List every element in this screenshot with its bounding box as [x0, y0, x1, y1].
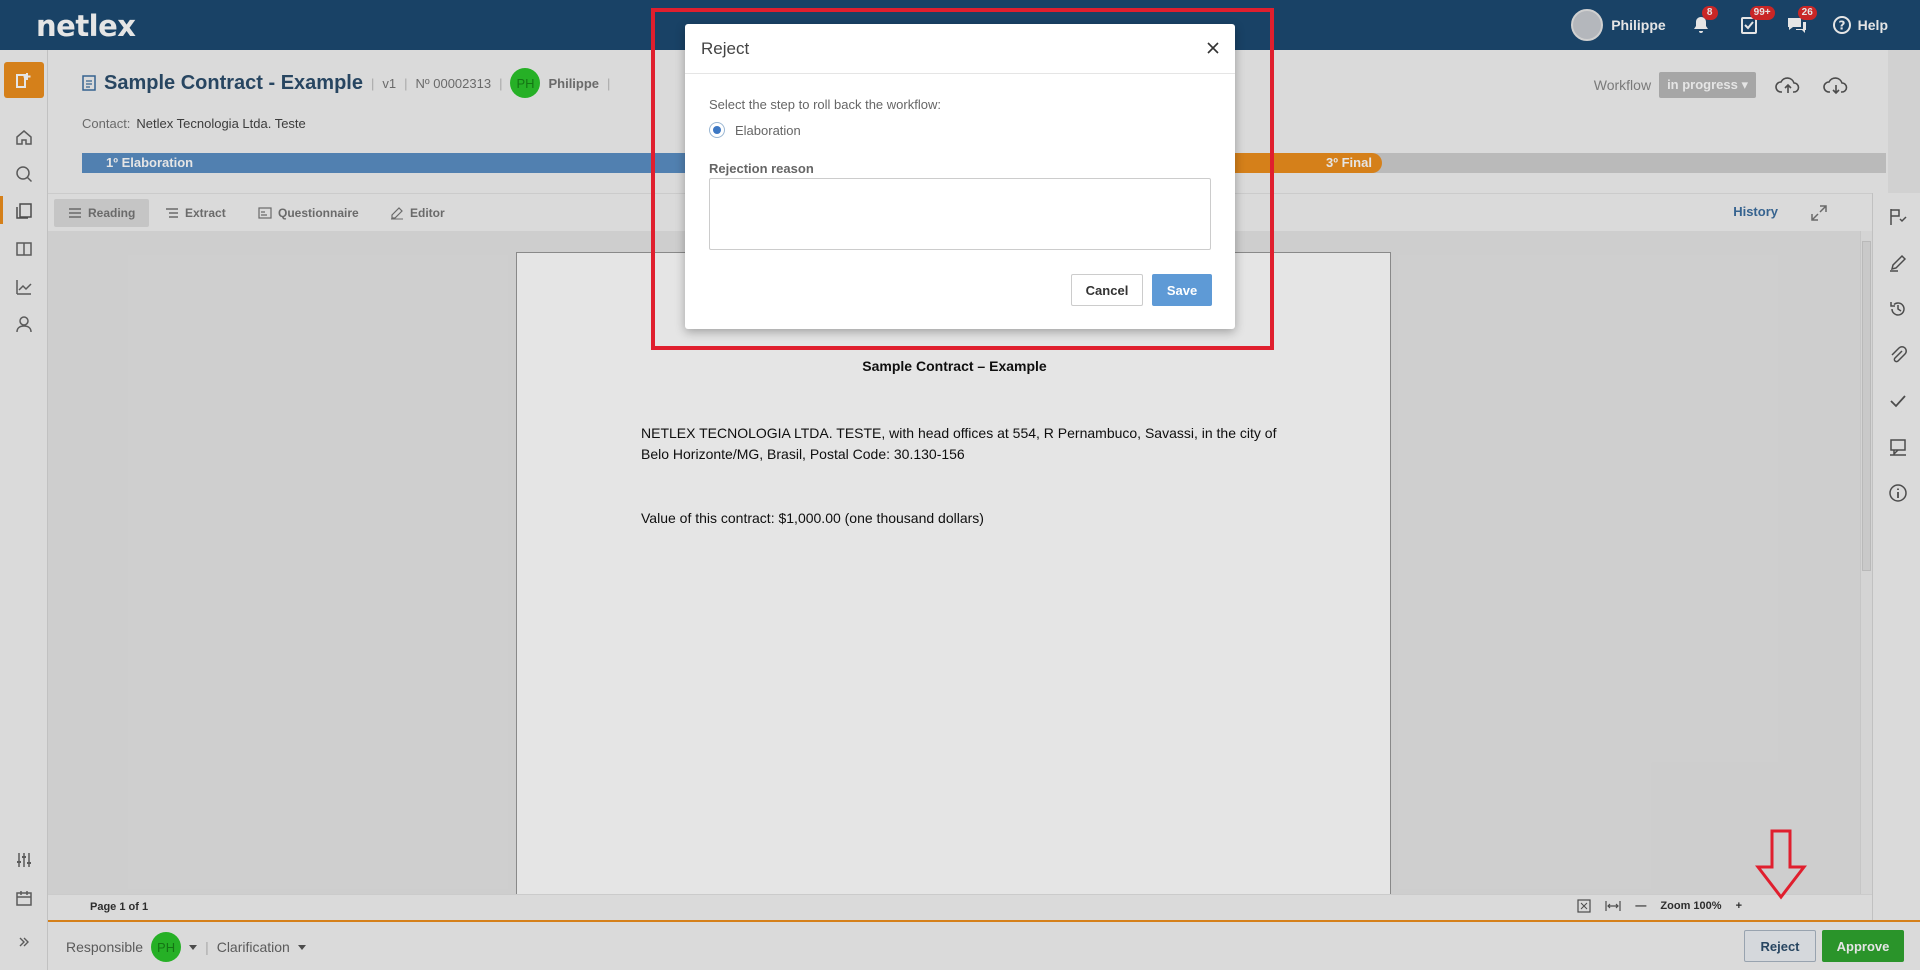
down-arrow-annotation [1755, 829, 1807, 900]
highlight-box [651, 8, 1274, 350]
